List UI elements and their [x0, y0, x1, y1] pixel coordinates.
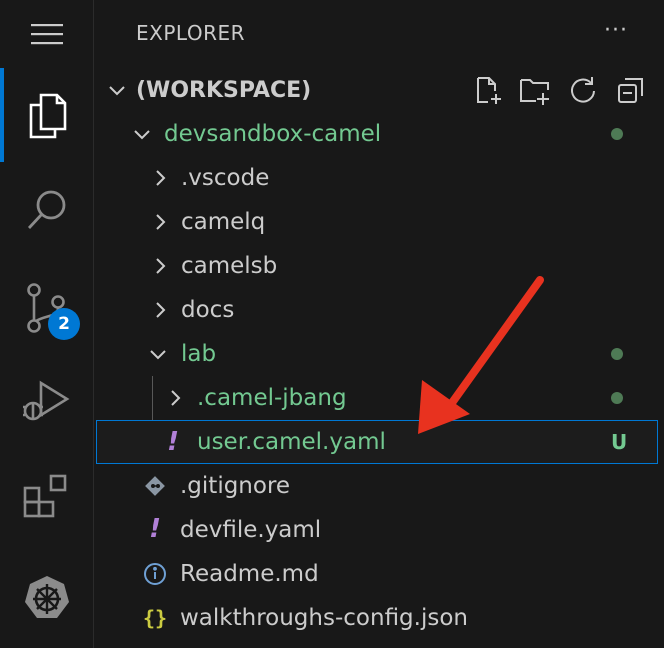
modified-dot: [611, 128, 623, 140]
chevron-right-icon: [150, 256, 170, 276]
tree-item-label: docs: [181, 297, 235, 323]
collapse-all-icon[interactable]: [615, 74, 647, 106]
vscode-window: 2 EXPLORER ··· (WORKSPACE) devsandbox-ca…: [0, 0, 664, 648]
info-icon: [143, 559, 167, 589]
git-icon: [143, 471, 167, 501]
refresh-icon[interactable]: [567, 74, 599, 106]
tree-folder-lab[interactable]: lab: [95, 332, 660, 376]
workspace-label: (WORKSPACE): [136, 77, 312, 103]
tree-folder-camel-jbang[interactable]: .camel-jbang: [95, 376, 660, 420]
chevron-right-icon: [150, 300, 170, 320]
chevron-right-icon: [150, 212, 170, 232]
yaml-icon: !: [167, 427, 179, 457]
tree-folder-vscode[interactable]: .vscode: [95, 156, 660, 200]
menu-icon[interactable]: [0, 0, 94, 68]
tree-folder-camelq[interactable]: camelq: [95, 200, 660, 244]
run-debug-icon[interactable]: [0, 358, 94, 446]
tree-item-label: user.camel.yaml: [197, 429, 386, 455]
tree-item-label: lab: [181, 341, 217, 367]
yaml-icon: !: [149, 514, 161, 544]
tree-item-label: devfile.yaml: [180, 517, 322, 543]
chevron-down-icon: [132, 124, 152, 144]
source-control-badge: 2: [48, 308, 80, 340]
tree-item-label: .camel-jbang: [197, 385, 347, 411]
search-icon[interactable]: [0, 166, 94, 254]
new-folder-icon[interactable]: [519, 74, 551, 106]
modified-dot: [611, 348, 623, 360]
tree-item-label: .vscode: [181, 165, 270, 191]
extensions-icon[interactable]: [0, 454, 94, 542]
tree-file-readme[interactable]: Readme.md: [95, 552, 660, 596]
activity-bar: 2: [0, 0, 94, 648]
tree-folder-devsandbox-camel[interactable]: devsandbox-camel: [95, 112, 660, 156]
tree-item-label: camelsb: [181, 253, 278, 279]
chevron-right-icon: [150, 168, 170, 188]
tree-item-label: Readme.md: [180, 561, 319, 587]
chevron-right-icon: [165, 388, 185, 408]
tree-file-walkthroughs-config[interactable]: {} walkthroughs-config.json: [95, 596, 660, 640]
tree-item-label: camelq: [181, 209, 266, 235]
tree-folder-camelsb[interactable]: camelsb: [95, 244, 660, 288]
modified-dot: [611, 392, 623, 404]
new-file-icon[interactable]: [472, 74, 504, 106]
chevron-down-icon: [148, 344, 168, 364]
explorer-sidebar: EXPLORER ··· (WORKSPACE) devsandbox-came…: [95, 0, 664, 648]
chevron-down-icon: [107, 80, 127, 100]
tree-item-label: walkthroughs-config.json: [180, 605, 468, 631]
kubernetes-icon[interactable]: [0, 554, 94, 642]
tree-item-label: .gitignore: [180, 473, 291, 499]
tree-file-user-camel-yaml[interactable]: ! user.camel.yaml U: [96, 420, 658, 464]
tree-item-label: devsandbox-camel: [164, 121, 382, 147]
explorer-title: EXPLORER: [136, 21, 245, 45]
more-actions-button[interactable]: ···: [604, 18, 628, 43]
tree-file-devfile-yaml[interactable]: ! devfile.yaml: [95, 508, 660, 552]
tree-file-gitignore[interactable]: .gitignore: [95, 464, 660, 508]
source-control-icon[interactable]: [0, 264, 94, 352]
tree-folder-docs[interactable]: docs: [95, 288, 660, 332]
json-icon: {}: [142, 606, 168, 630]
untracked-status: U: [611, 430, 628, 454]
files-icon[interactable]: [0, 72, 94, 160]
